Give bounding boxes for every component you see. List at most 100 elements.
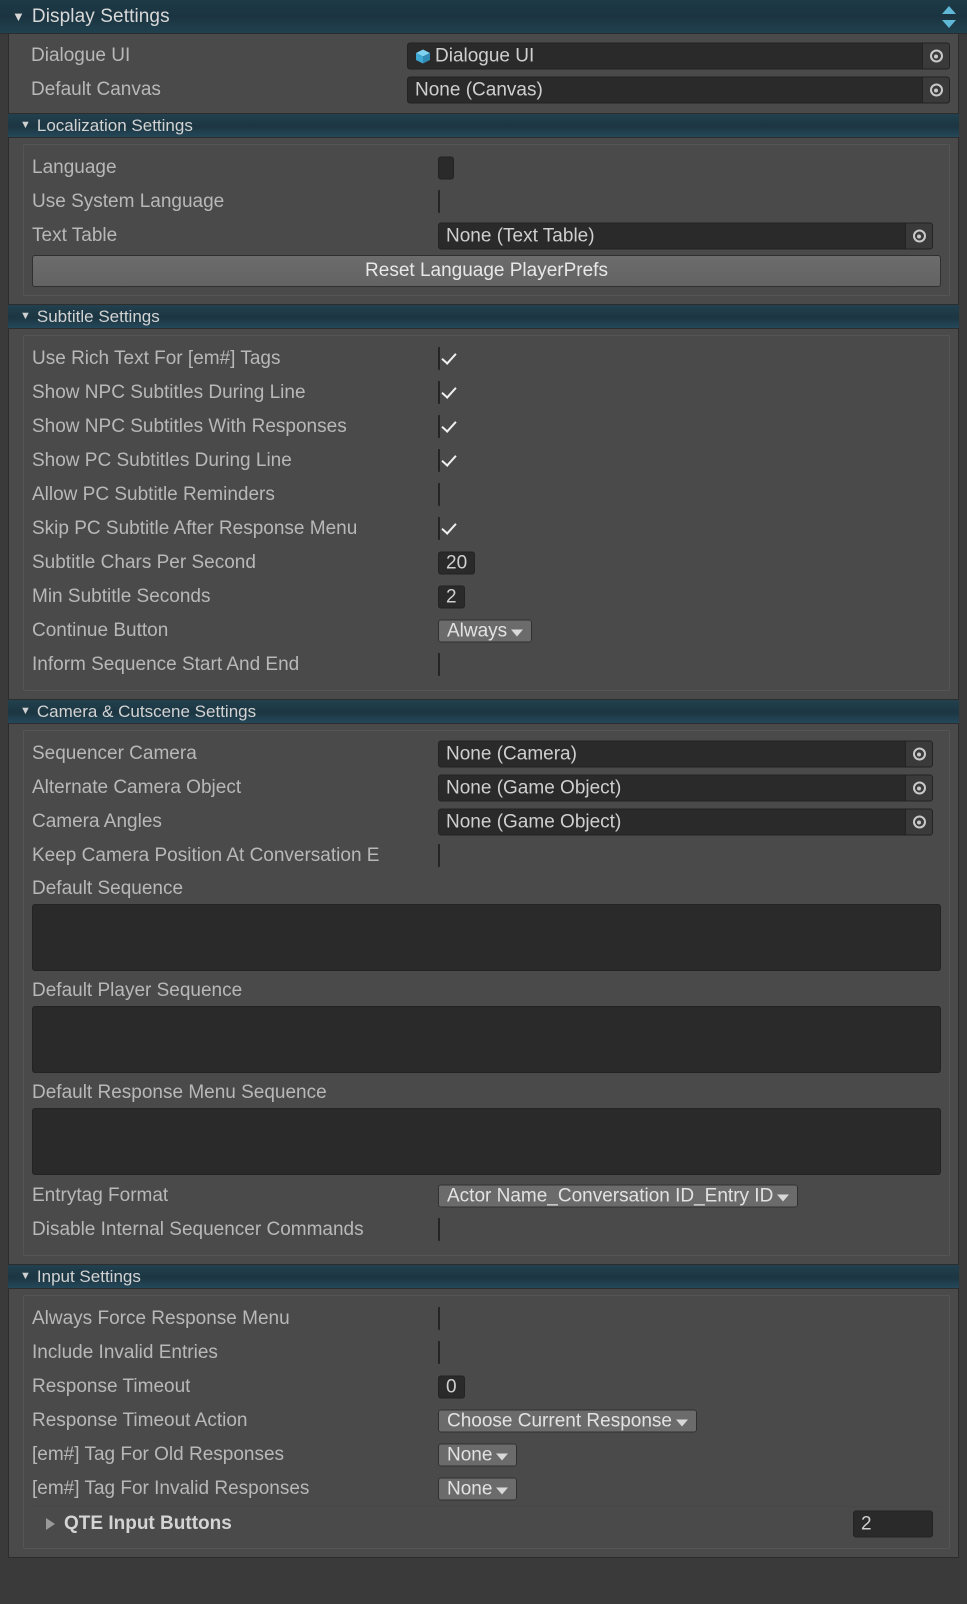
object-picker-icon[interactable] xyxy=(905,223,932,249)
checkbox-show-npc-subtitles-during-line[interactable] xyxy=(438,381,440,404)
field-row-show-npc-subtitles-during-line: Show NPC Subtitles During Line xyxy=(32,376,941,410)
section-header-localization[interactable]: ▼ Localization Settings xyxy=(8,113,959,138)
field-label: Camera Angles xyxy=(32,811,162,832)
field-label: Min Subtitle Seconds xyxy=(32,586,211,607)
object-picker-icon[interactable] xyxy=(922,77,949,103)
arrow-down-icon xyxy=(942,19,956,28)
up-down-arrows-icon[interactable] xyxy=(941,5,957,28)
field-control xyxy=(438,1341,440,1364)
object-field-value: None (Canvas) xyxy=(415,79,543,101)
foldout-qte-input-buttons[interactable]: QTE Input Buttons 2 xyxy=(32,1506,941,1540)
object-field-text-table[interactable]: None (Text Table) xyxy=(438,222,933,250)
checkbox-keep-camera-position-at-conversation-end[interactable] xyxy=(438,844,440,867)
checkbox-skip-pc-subtitle-after-response-menu[interactable] xyxy=(438,517,440,540)
object-picker-icon[interactable] xyxy=(905,741,932,767)
field-label: Entrytag Format xyxy=(32,1185,169,1206)
chevron-right-icon[interactable] xyxy=(46,1517,55,1530)
checkbox-include-invalid-entries[interactable] xyxy=(438,1341,440,1364)
field-row-text-table: Text Table None (Text Table) xyxy=(32,219,941,253)
field-row-use-system-language: Use System Language xyxy=(32,185,941,219)
section-header-subtitle[interactable]: ▼ Subtitle Settings xyxy=(8,304,959,329)
field-row-default-canvas: Default Canvas None (Canvas) xyxy=(9,73,958,107)
dropdown-entrytag-format[interactable]: Actor Name_Conversation ID_Entry ID xyxy=(438,1184,799,1208)
field-control: None (Text Table) xyxy=(438,222,933,250)
dropdown-em-tag-for-invalid-responses[interactable]: None xyxy=(438,1477,518,1501)
field-control: Dialogue UI xyxy=(407,42,950,70)
field-label: Always Force Response Menu xyxy=(32,1308,290,1329)
field-row-em-tag-for-invalid-responses: [em#] Tag For Invalid Responses None xyxy=(32,1472,941,1506)
object-field-dialogue-ui[interactable]: Dialogue UI xyxy=(407,42,950,70)
field-control xyxy=(438,347,440,370)
field-row-always-force-response-menu: Always Force Response Menu xyxy=(32,1302,941,1336)
reset-language-playerprefs-button[interactable]: Reset Language PlayerPrefs xyxy=(32,255,941,287)
field-control: None (Canvas) xyxy=(407,76,950,104)
chevron-down-icon[interactable]: ▼ xyxy=(12,10,25,23)
checkbox-show-npc-subtitles-with-responses[interactable] xyxy=(438,415,440,438)
field-label: Text Table xyxy=(32,225,118,246)
section-body-subtitle: Use Rich Text For [em#] Tags Show NPC Su… xyxy=(23,335,950,691)
chevron-down-icon[interactable]: ▼ xyxy=(20,311,31,322)
dropdown-continue-button[interactable]: Always xyxy=(438,619,533,643)
field-label: Alternate Camera Object xyxy=(32,777,242,798)
number-input-subtitle-chars-per-second[interactable]: 20 xyxy=(438,551,476,575)
field-label: Inform Sequence Start And End xyxy=(32,654,300,675)
field-label: Show NPC Subtitles During Line xyxy=(32,382,306,403)
dropdown-em-tag-for-old-responses[interactable]: None xyxy=(438,1443,518,1467)
field-row-sequencer-camera: Sequencer Camera None (Camera) xyxy=(32,737,941,771)
section-header-input[interactable]: ▼ Input Settings xyxy=(8,1264,959,1289)
section-body-camera-cutscene: Sequencer Camera None (Camera) Alternate… xyxy=(23,730,950,1256)
chevron-down-icon[interactable]: ▼ xyxy=(20,1271,31,1282)
field-label: [em#] Tag For Invalid Responses xyxy=(32,1478,310,1499)
object-picker-icon[interactable] xyxy=(922,43,949,69)
field-label: Sequencer Camera xyxy=(32,743,197,764)
field-control xyxy=(438,156,933,181)
field-control: 2 xyxy=(438,585,933,610)
field-label: Disable Internal Sequencer Commands xyxy=(32,1219,364,1240)
unity-inspector-panel: ▼ Display Settings Dialogue UI Dialogue … xyxy=(0,0,967,1604)
field-row-entrytag-format: Entrytag Format Actor Name_Conversation … xyxy=(32,1179,941,1213)
checkbox-always-force-response-menu[interactable] xyxy=(438,1307,440,1330)
display-settings-foldout-header[interactable]: ▼ Display Settings xyxy=(0,0,967,34)
checkbox-disable-internal-sequencer-commands[interactable] xyxy=(438,1218,440,1241)
object-field-sequencer-camera[interactable]: None (Camera) xyxy=(438,740,933,768)
array-size-input[interactable]: 2 xyxy=(853,1510,933,1537)
object-field-camera-angles[interactable]: None (Game Object) xyxy=(438,808,933,836)
field-row-inform-sequence-start-and-end: Inform Sequence Start And End xyxy=(32,648,941,682)
checkbox-allow-pc-subtitle-reminders[interactable] xyxy=(438,483,440,506)
textarea-default-player-sequence[interactable] xyxy=(32,1006,941,1073)
section-header-camera-cutscene[interactable]: ▼ Camera & Cutscene Settings xyxy=(8,699,959,724)
field-label: Default Canvas xyxy=(31,79,161,100)
textarea-default-response-menu-sequence[interactable] xyxy=(32,1108,941,1175)
field-row-show-pc-subtitles-during-line: Show PC Subtitles During Line xyxy=(32,444,941,478)
checkbox-use-system-language[interactable] xyxy=(438,190,440,213)
arrow-up-icon xyxy=(942,5,956,14)
field-label: Dialogue UI xyxy=(31,45,131,66)
field-control xyxy=(438,517,440,540)
dropdown-value: None xyxy=(447,1478,493,1500)
object-picker-icon[interactable] xyxy=(905,775,932,801)
field-row-min-subtitle-seconds: Min Subtitle Seconds 2 xyxy=(32,580,941,614)
section-title: Localization Settings xyxy=(36,115,193,135)
field-control: None xyxy=(438,1443,933,1468)
dropdown-value: Actor Name_Conversation ID_Entry ID xyxy=(447,1185,774,1207)
section-title: Camera & Cutscene Settings xyxy=(36,701,257,721)
object-field-alternate-camera-object[interactable]: None (Game Object) xyxy=(438,774,933,802)
text-input-language[interactable] xyxy=(438,156,454,180)
field-row-allow-pc-subtitle-reminders: Allow PC Subtitle Reminders xyxy=(32,478,941,512)
object-field-default-canvas[interactable]: None (Canvas) xyxy=(407,76,950,104)
field-row-response-timeout-action: Response Timeout Action Choose Current R… xyxy=(32,1404,941,1438)
textarea-default-sequence[interactable] xyxy=(32,904,941,971)
number-input-response-timeout[interactable]: 0 xyxy=(438,1375,465,1399)
dropdown-value: None xyxy=(447,1444,493,1466)
object-picker-icon[interactable] xyxy=(905,809,932,835)
checkbox-show-pc-subtitles-during-line[interactable] xyxy=(438,449,440,472)
checkbox-inform-sequence-start-and-end[interactable] xyxy=(438,653,440,676)
field-row-skip-pc-subtitle-after-response-menu: Skip PC Subtitle After Response Menu xyxy=(32,512,941,546)
object-field-value: None (Text Table) xyxy=(446,225,595,247)
checkbox-use-rich-text[interactable] xyxy=(438,347,440,370)
number-input-min-subtitle-seconds[interactable]: 2 xyxy=(438,585,465,609)
chevron-down-icon[interactable]: ▼ xyxy=(20,706,31,717)
dropdown-response-timeout-action[interactable]: Choose Current Response xyxy=(438,1409,697,1433)
chevron-down-icon[interactable]: ▼ xyxy=(20,120,31,131)
field-control xyxy=(438,381,440,404)
